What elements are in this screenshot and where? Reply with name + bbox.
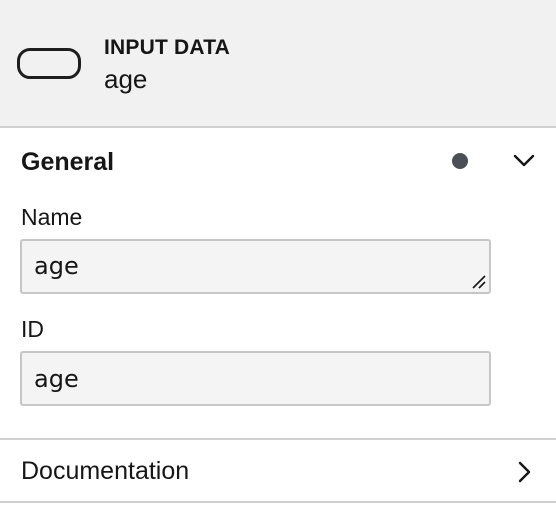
element-name-label: age <box>104 64 148 94</box>
changes-indicator-dot <box>452 153 468 169</box>
group-header-general[interactable]: General <box>0 128 556 192</box>
name-input[interactable] <box>20 239 491 294</box>
group-title-documentation: Documentation <box>21 457 190 485</box>
element-header: INPUT DATA age <box>0 0 556 128</box>
name-field-label: Name <box>21 204 83 230</box>
chevron-down-icon[interactable] <box>511 148 537 174</box>
resize-handle-icon[interactable] <box>470 273 486 289</box>
chevron-right-icon[interactable] <box>511 459 537 485</box>
group-title-general: General <box>21 148 115 176</box>
group-divider <box>0 501 556 503</box>
id-field-label: ID <box>21 316 44 342</box>
group-header-documentation[interactable]: Documentation <box>0 440 556 501</box>
id-input[interactable] <box>20 351 491 406</box>
element-type-label: INPUT DATA <box>104 36 231 59</box>
input-data-shape-icon <box>17 48 81 79</box>
